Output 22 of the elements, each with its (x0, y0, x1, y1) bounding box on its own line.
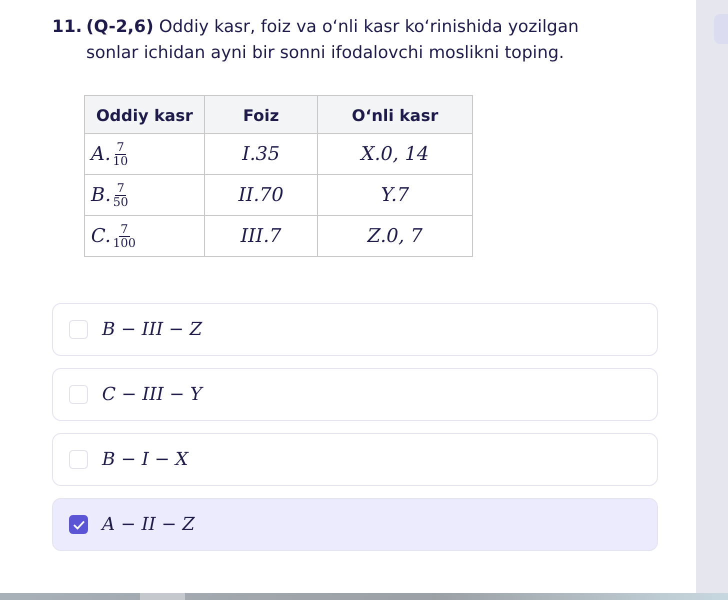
option-label: B − III − Z (102, 319, 202, 340)
table-cell: I.35 (204, 134, 318, 174)
check-icon (72, 520, 84, 530)
table-cell: X.0, 14 (318, 134, 472, 174)
horizontal-scrollbar[interactable] (0, 593, 728, 600)
checkbox[interactable] (69, 515, 88, 534)
option-label: C − III − Y (102, 384, 202, 405)
answer-option[interactable]: C − III − Y (52, 368, 658, 421)
answer-option[interactable]: A − II − Z (52, 498, 658, 551)
table-cell: Y.7 (318, 174, 472, 216)
option-label: A − II − Z (102, 514, 195, 535)
question-number: 11. (52, 16, 82, 39)
table-cell: Z.0, 7 (318, 216, 472, 256)
table-header: Oʻnli kasr (318, 96, 472, 134)
table-cell: III.7 (204, 216, 318, 256)
answer-option[interactable]: B − I − X (52, 433, 658, 486)
answer-option[interactable]: B − III − Z (52, 303, 658, 356)
question-text: (Q-2,6) Oddiy kasr, foiz va oʻnli kasr koʻrinishida yozilgan sonlar ichidan ayni bir sonni ifodalovchi moslikni toping. (86, 16, 580, 65)
table-header: Oddiy kasr (84, 96, 204, 134)
table-header: Foiz (204, 96, 318, 134)
option-label: B − I − X (102, 449, 188, 470)
table-cell: II.70 (204, 174, 318, 216)
